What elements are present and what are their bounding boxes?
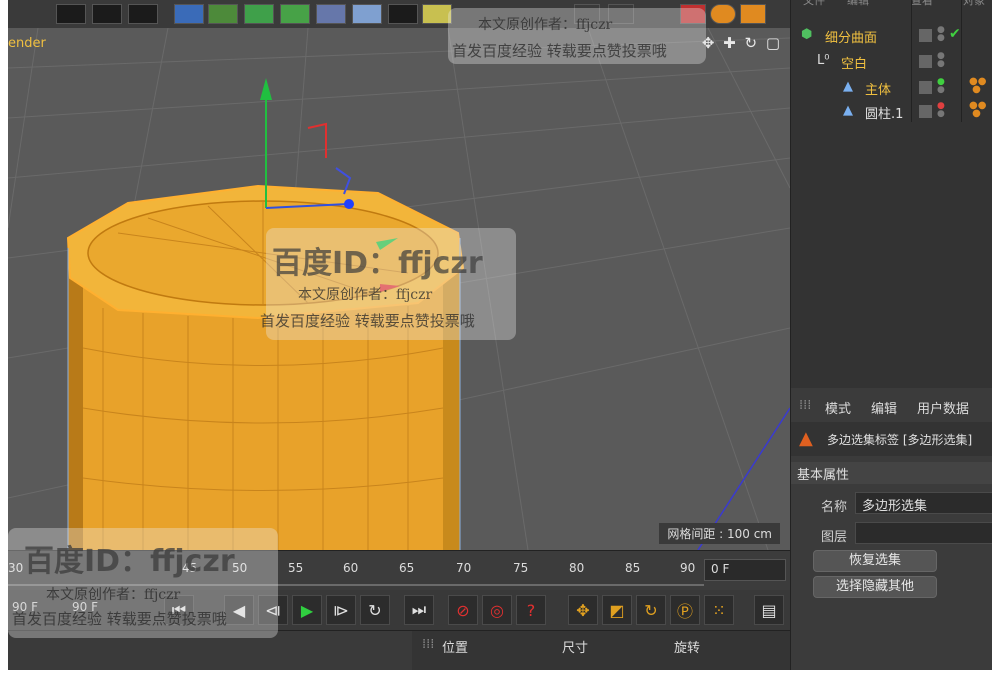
layer-label: 图层 <box>821 530 848 545</box>
cube-icon[interactable] <box>174 4 204 24</box>
next-key-icon[interactable]: ⧐ <box>326 595 356 625</box>
render-dots[interactable]: ● ● <box>937 78 945 95</box>
rotate-key-icon[interactable]: ↻ <box>636 595 666 625</box>
material-tag-icon[interactable]: ●● ● <box>969 77 986 95</box>
rotation-label: 旋转 <box>674 641 701 656</box>
current-frame-field[interactable]: 0 F <box>704 559 786 581</box>
go-to-end-icon[interactable]: ⏭ <box>404 595 434 625</box>
viewport-nav-icons[interactable]: ✥ ✚ ↻ ▢ <box>702 34 782 52</box>
render-dots[interactable]: ● ● <box>937 26 945 43</box>
polygon-object-icon: ▲ <box>843 79 853 94</box>
floor-icon[interactable] <box>352 4 382 24</box>
object-name: 空白 <box>841 57 868 72</box>
vray-icon[interactable] <box>710 4 736 24</box>
polygon-object-icon: ▲ <box>843 103 853 118</box>
render-picture-icon[interactable] <box>92 4 122 24</box>
watermark-notice: 首发百度经验 转载要点赞投票哦 <box>260 312 475 330</box>
grid-spacing-readout: 网格间距 : 100 cm <box>659 523 780 544</box>
watermark-author: 本文原创作者：ffjczr <box>46 587 181 603</box>
camera-icon[interactable] <box>388 4 418 24</box>
auto-key-icon[interactable]: ◎ <box>482 595 512 625</box>
key-help-icon[interactable]: ? <box>516 595 546 625</box>
object-name: 细分曲面 <box>825 31 878 46</box>
pla-key-icon[interactable]: ⁙ <box>704 595 734 625</box>
tick-label: 85 <box>625 561 641 575</box>
timeline-window-icon[interactable]: ▤ <box>754 595 784 625</box>
coordinates-bar: ⁞⁞⁞ 位置 尺寸 旋转 <box>412 630 790 670</box>
object-name: 主体 <box>865 83 892 98</box>
visibility-toggle[interactable] <box>919 29 932 42</box>
loop-icon[interactable]: ↻ <box>360 595 390 625</box>
param-key-icon[interactable]: Ⓟ <box>670 595 700 625</box>
size-label: 尺寸 <box>562 641 589 656</box>
visibility-toggle[interactable] <box>919 55 932 68</box>
render-dots[interactable]: ● ● <box>937 102 945 119</box>
layer-input[interactable] <box>855 522 992 544</box>
tick-label: 65 <box>399 561 415 575</box>
attribute-manager: ⁞⁞⁞ 模式 编辑 用户数据 ▲ 多边选集标签 [多边形选集] 基本属性 名称 … <box>791 392 992 670</box>
attribute-header: ▲ 多边选集标签 [多边形选集] <box>791 422 992 456</box>
name-label: 名称 <box>821 500 848 515</box>
subdivision-surface-icon: ⬢ <box>801 27 813 42</box>
object-row-cylinder[interactable]: ▲ 圆柱.1 ● ● ●● ● <box>791 100 992 124</box>
tick-label: 60 <box>343 561 359 575</box>
position-label: 位置 <box>442 641 469 656</box>
scale-key-icon[interactable]: ◩ <box>602 595 632 625</box>
object-row-body[interactable]: ▲ 主体 ● ● ●● ● <box>791 76 992 100</box>
object-manager: 文件 编辑 查看 对象 ⬢ 细分曲面 ● ● ✔ L⁰ 空白 ● ● ▲ 主体 … <box>791 0 992 388</box>
render-view-icon[interactable] <box>56 4 86 24</box>
visibility-toggle[interactable] <box>919 81 932 94</box>
viewport-label: ender <box>8 36 46 51</box>
tab-edit[interactable]: 编辑 <box>871 398 897 417</box>
tools-icon[interactable] <box>740 4 766 24</box>
watermark-author: 本文原创作者：ffjczr <box>298 287 433 303</box>
grip-icon: ⁞⁞⁞ <box>422 637 435 652</box>
object-row-null[interactable]: L⁰ 空白 ● ● <box>791 50 992 74</box>
object-name: 圆柱.1 <box>865 107 904 122</box>
spline-icon[interactable] <box>208 4 238 24</box>
tick-label: 75 <box>513 561 529 575</box>
watermark-id: 百度ID：ffjczr <box>272 246 483 281</box>
watermark-notice: 首发百度经验 转载要点赞投票哦 <box>452 42 667 60</box>
grip-icon: ⁞⁞⁞ <box>799 398 812 413</box>
attribute-title: 多边选集标签 [多边形选集] <box>827 433 973 447</box>
watermark-notice: 首发百度经验 转载要点赞投票哦 <box>12 610 227 628</box>
tick-label: 90 <box>680 561 696 575</box>
visibility-toggle[interactable] <box>919 105 932 118</box>
hide-others-button[interactable]: 选择隐藏其他 <box>813 576 937 598</box>
tick-label: 70 <box>456 561 472 575</box>
subdivision-icon[interactable] <box>244 4 274 24</box>
tick-label: 55 <box>288 561 304 575</box>
name-input[interactable]: 多边形选集 <box>855 492 992 514</box>
scene-icon[interactable] <box>316 4 346 24</box>
render-settings-icon[interactable] <box>128 4 158 24</box>
render-dots[interactable]: ● ● <box>937 52 945 69</box>
null-object-icon: L⁰ <box>817 53 830 68</box>
right-panel: 文件 编辑 查看 对象 ⬢ 细分曲面 ● ● ✔ L⁰ 空白 ● ● ▲ 主体 … <box>790 0 992 670</box>
restore-selection-button[interactable]: 恢复选集 <box>813 550 937 572</box>
play-icon[interactable]: ▶ <box>292 595 322 625</box>
tick-label: 80 <box>569 561 585 575</box>
deformer-icon[interactable] <box>280 4 310 24</box>
watermark-author: 本文原创作者：ffjczr <box>478 17 613 33</box>
move-key-icon[interactable]: ✥ <box>568 595 598 625</box>
object-row-subdivision[interactable]: ⬢ 细分曲面 ● ● ✔ <box>791 24 992 48</box>
cinema4d-window: ender ✥ ✚ ↻ ▢ 网格间距 : 100 cm 30 45 50 55 … <box>8 0 992 670</box>
snap-icon[interactable] <box>8 4 36 24</box>
polygon-selection-tag-icon: ▲ <box>799 428 813 449</box>
watermark-id: 百度ID：ffjczr <box>24 544 235 579</box>
basic-properties-section[interactable]: 基本属性 <box>791 462 992 484</box>
checkmark-icon[interactable]: ✔ <box>949 26 961 42</box>
tab-mode[interactable]: 模式 <box>825 398 851 417</box>
record-key-icon[interactable]: ⊘ <box>448 595 478 625</box>
material-tag-icon[interactable]: ●● ● <box>969 101 986 119</box>
tab-user-data[interactable]: 用户数据 <box>917 398 969 417</box>
